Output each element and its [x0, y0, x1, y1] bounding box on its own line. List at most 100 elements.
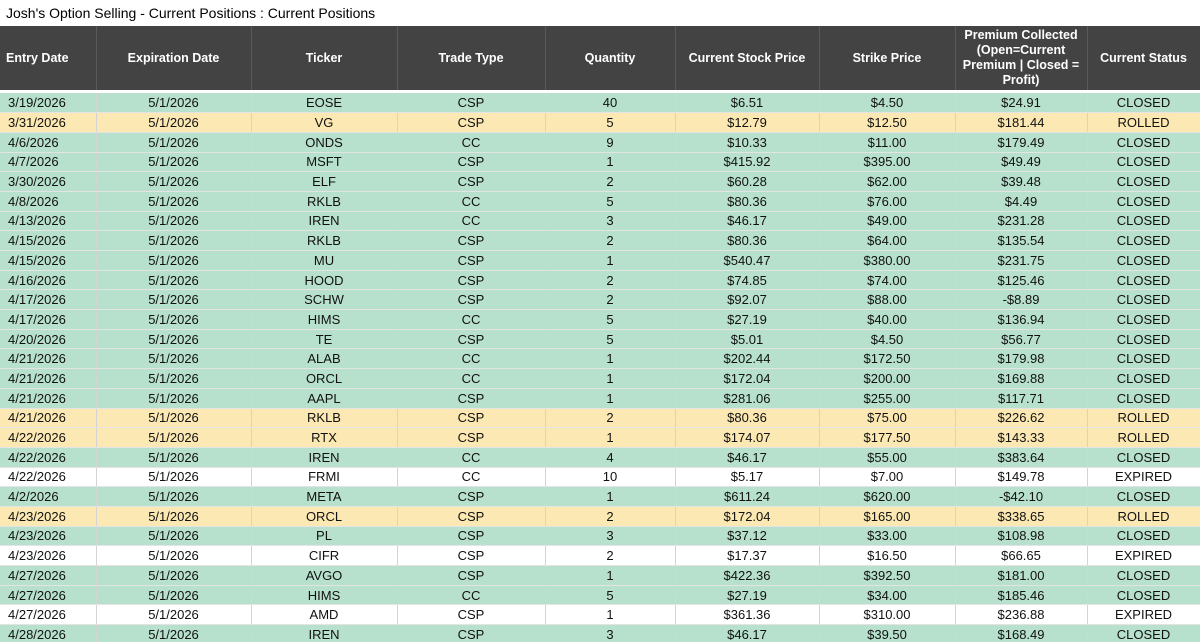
cell-ticker[interactable]: HIMS: [251, 585, 398, 606]
cell-current-stock-price[interactable]: $80.36: [675, 191, 820, 212]
cell-quantity[interactable]: 1: [545, 348, 676, 370]
cell-entry-date[interactable]: 3/19/2026: [0, 93, 97, 114]
cell-current-stock-price[interactable]: $611.24: [675, 486, 820, 507]
cell-strike-price[interactable]: $75.00: [819, 408, 956, 429]
cell-strike-price[interactable]: $620.00: [819, 486, 956, 507]
cell-entry-date[interactable]: 4/27/2026: [0, 585, 97, 606]
cell-entry-date[interactable]: 4/22/2026: [0, 427, 97, 448]
cell-expiration-date[interactable]: 5/1/2026: [96, 604, 252, 626]
cell-quantity[interactable]: 2: [545, 408, 676, 429]
cell-quantity[interactable]: 2: [545, 506, 676, 527]
cell-trade-type[interactable]: CC: [397, 191, 546, 212]
cell-premium-collected[interactable]: $49.49: [955, 152, 1088, 173]
cell-premium-collected[interactable]: $179.98: [955, 348, 1088, 370]
cell-premium-collected[interactable]: -$42.10: [955, 486, 1088, 507]
cell-current-status[interactable]: CLOSED: [1087, 152, 1200, 173]
cell-strike-price[interactable]: $34.00: [819, 585, 956, 606]
cell-quantity[interactable]: 1: [545, 565, 676, 586]
cell-premium-collected[interactable]: $231.75: [955, 250, 1088, 271]
cell-trade-type[interactable]: CSP: [397, 270, 546, 291]
cell-quantity[interactable]: 2: [545, 289, 676, 311]
cell-entry-date[interactable]: 4/6/2026: [0, 132, 97, 153]
cell-current-status[interactable]: ROLLED: [1087, 427, 1200, 448]
cell-current-stock-price[interactable]: $37.12: [675, 526, 820, 547]
cell-current-stock-price[interactable]: $172.04: [675, 368, 820, 389]
table-row[interactable]: 4/21/2026 5/1/2026 RKLB CSP 2 $80.36 $75.00 $22…: [0, 408, 1200, 429]
table-row[interactable]: 4/2/2026 5/1/2026 META CSP 1 $611.24 $620.00 -$…: [0, 486, 1200, 507]
cell-quantity[interactable]: 1: [545, 427, 676, 448]
cell-trade-type[interactable]: CSP: [397, 388, 546, 409]
cell-strike-price[interactable]: $62.00: [819, 171, 956, 192]
table-row[interactable]: 4/21/2026 5/1/2026 ALAB CC 1 $202.44 $172.50 $1…: [0, 348, 1200, 370]
cell-current-stock-price[interactable]: $27.19: [675, 309, 820, 330]
cell-expiration-date[interactable]: 5/1/2026: [96, 250, 252, 271]
table-row[interactable]: 4/22/2026 5/1/2026 FRMI CC 10 $5.17 $7.00 $149.…: [0, 467, 1200, 488]
col-header-strike-price[interactable]: Strike Price: [819, 26, 956, 90]
cell-quantity[interactable]: 3: [545, 526, 676, 547]
cell-current-stock-price[interactable]: $92.07: [675, 289, 820, 311]
cell-premium-collected[interactable]: $181.00: [955, 565, 1088, 586]
cell-ticker[interactable]: TE: [251, 329, 398, 350]
cell-premium-collected[interactable]: $117.71: [955, 388, 1088, 409]
cell-ticker[interactable]: HOOD: [251, 270, 398, 291]
cell-current-status[interactable]: EXPIRED: [1087, 604, 1200, 626]
cell-premium-collected[interactable]: $179.49: [955, 132, 1088, 153]
table-row[interactable]: 4/15/2026 5/1/2026 RKLB CSP 2 $80.36 $64.00 $13…: [0, 230, 1200, 251]
cell-ticker[interactable]: ONDS: [251, 132, 398, 153]
cell-entry-date[interactable]: 4/21/2026: [0, 368, 97, 389]
cell-premium-collected[interactable]: $56.77: [955, 329, 1088, 350]
cell-entry-date[interactable]: 3/31/2026: [0, 112, 97, 133]
cell-current-status[interactable]: CLOSED: [1087, 585, 1200, 606]
table-row[interactable]: 3/31/2026 5/1/2026 VG CSP 5 $12.79 $12.50 $181.…: [0, 112, 1200, 133]
cell-premium-collected[interactable]: $135.54: [955, 230, 1088, 251]
cell-entry-date[interactable]: 4/22/2026: [0, 447, 97, 468]
cell-current-stock-price[interactable]: $281.06: [675, 388, 820, 409]
cell-ticker[interactable]: HIMS: [251, 309, 398, 330]
cell-quantity[interactable]: 5: [545, 191, 676, 212]
cell-current-stock-price[interactable]: $27.19: [675, 585, 820, 606]
cell-strike-price[interactable]: $55.00: [819, 447, 956, 468]
cell-quantity[interactable]: 3: [545, 211, 676, 232]
cell-strike-price[interactable]: $177.50: [819, 427, 956, 448]
cell-trade-type[interactable]: CSP: [397, 486, 546, 507]
cell-current-stock-price[interactable]: $80.36: [675, 408, 820, 429]
cell-current-stock-price[interactable]: $5.17: [675, 467, 820, 488]
cell-expiration-date[interactable]: 5/1/2026: [96, 447, 252, 468]
cell-expiration-date[interactable]: 5/1/2026: [96, 289, 252, 311]
cell-entry-date[interactable]: 4/17/2026: [0, 309, 97, 330]
cell-premium-collected[interactable]: $169.88: [955, 368, 1088, 389]
cell-expiration-date[interactable]: 5/1/2026: [96, 230, 252, 251]
cell-entry-date[interactable]: 4/21/2026: [0, 348, 97, 370]
cell-current-status[interactable]: EXPIRED: [1087, 545, 1200, 566]
cell-expiration-date[interactable]: 5/1/2026: [96, 565, 252, 586]
cell-current-stock-price[interactable]: $12.79: [675, 112, 820, 133]
cell-premium-collected[interactable]: $236.88: [955, 604, 1088, 626]
cell-entry-date[interactable]: 4/27/2026: [0, 565, 97, 586]
cell-quantity[interactable]: 9: [545, 132, 676, 153]
cell-current-status[interactable]: ROLLED: [1087, 112, 1200, 133]
cell-expiration-date[interactable]: 5/1/2026: [96, 152, 252, 173]
cell-trade-type[interactable]: CC: [397, 348, 546, 370]
cell-premium-collected[interactable]: $39.48: [955, 171, 1088, 192]
cell-ticker[interactable]: RKLB: [251, 408, 398, 429]
cell-strike-price[interactable]: $4.50: [819, 93, 956, 114]
col-header-trade-type[interactable]: Trade Type: [397, 26, 546, 90]
cell-ticker[interactable]: IREN: [251, 447, 398, 468]
cell-entry-date[interactable]: 4/16/2026: [0, 270, 97, 291]
col-header-quantity[interactable]: Quantity: [545, 26, 676, 90]
cell-entry-date[interactable]: 4/7/2026: [0, 152, 97, 173]
table-row[interactable]: 4/28/2026 5/1/2026 IREN CSP 3 $46.17 $39.50 $16…: [0, 624, 1200, 642]
cell-strike-price[interactable]: $11.00: [819, 132, 956, 153]
cell-strike-price[interactable]: $64.00: [819, 230, 956, 251]
cell-trade-type[interactable]: CSP: [397, 93, 546, 114]
cell-current-status[interactable]: CLOSED: [1087, 250, 1200, 271]
cell-strike-price[interactable]: $165.00: [819, 506, 956, 527]
table-row[interactable]: 4/17/2026 5/1/2026 HIMS CC 5 $27.19 $40.00 $136…: [0, 309, 1200, 330]
cell-entry-date[interactable]: 4/21/2026: [0, 408, 97, 429]
cell-ticker[interactable]: SCHW: [251, 289, 398, 311]
cell-entry-date[interactable]: 4/20/2026: [0, 329, 97, 350]
cell-trade-type[interactable]: CSP: [397, 171, 546, 192]
cell-expiration-date[interactable]: 5/1/2026: [96, 329, 252, 350]
cell-current-stock-price[interactable]: $361.36: [675, 604, 820, 626]
cell-trade-type[interactable]: CC: [397, 467, 546, 488]
